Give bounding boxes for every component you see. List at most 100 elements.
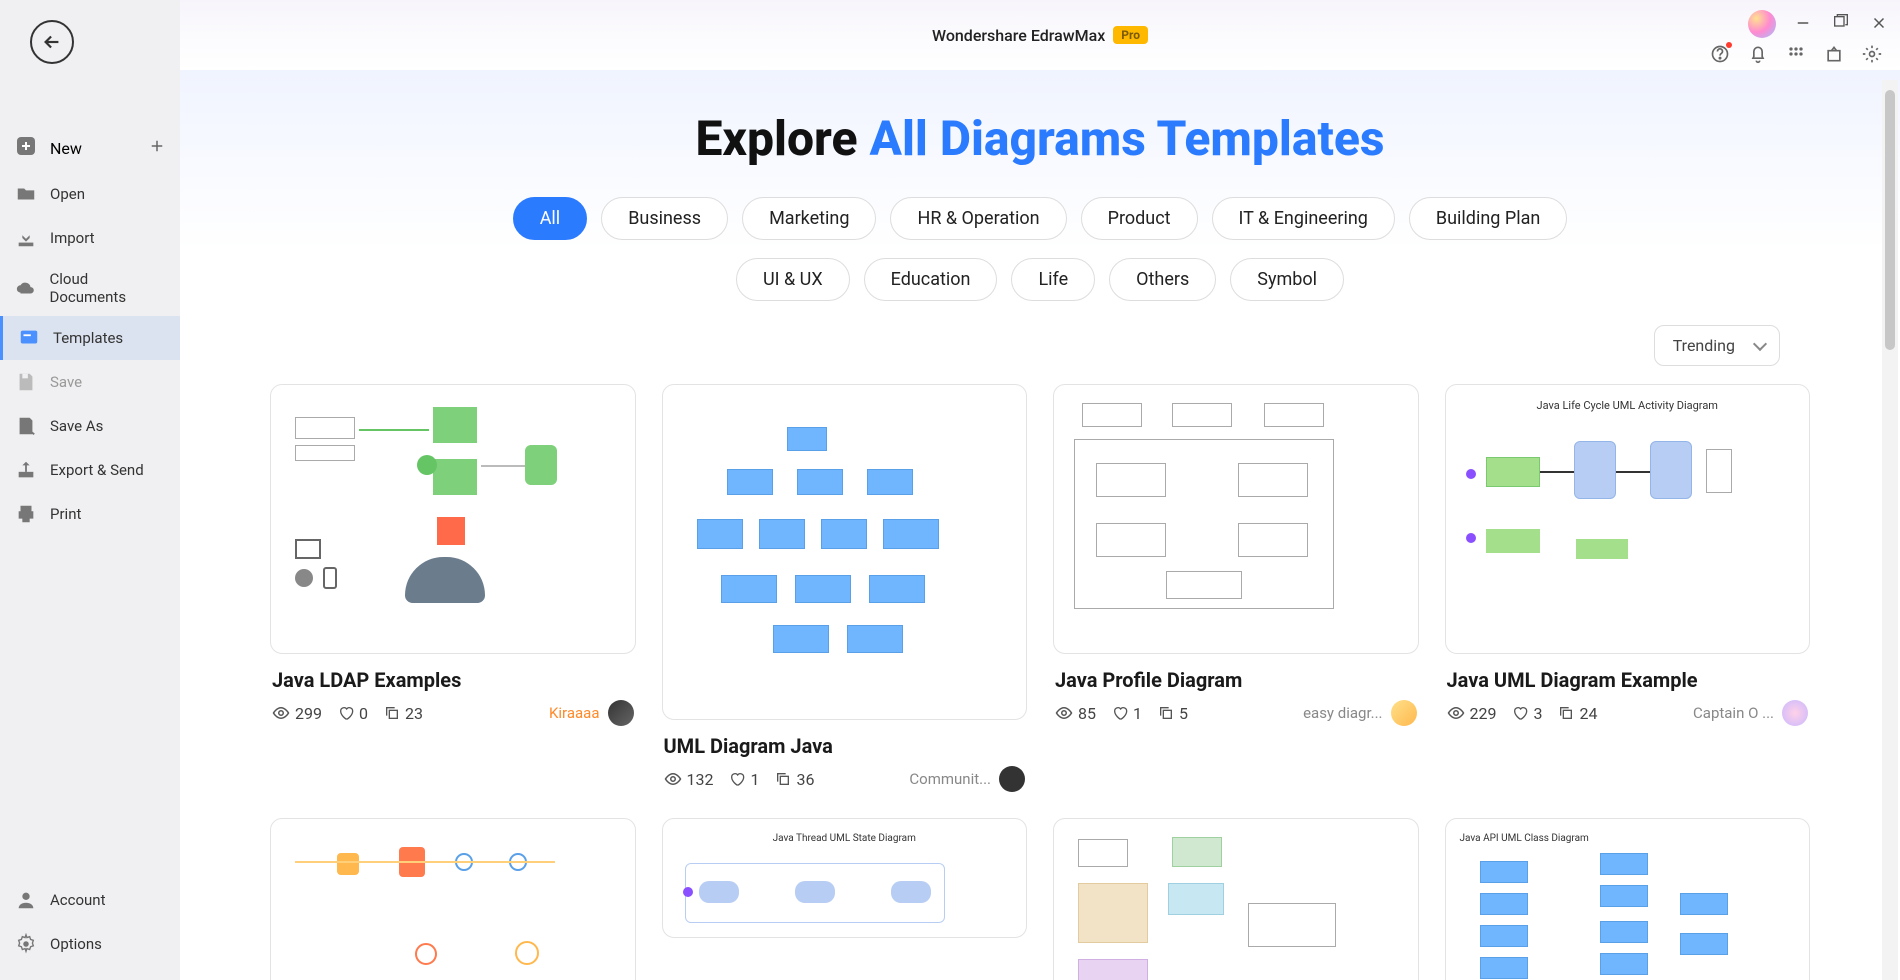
filter-chip-life[interactable]: Life xyxy=(1011,258,1095,301)
views-stat: 85 xyxy=(1055,704,1096,723)
template-thumb[interactable] xyxy=(1053,384,1419,654)
copy-icon xyxy=(384,705,400,721)
save-icon xyxy=(14,370,38,394)
sidebar-item-saveas[interactable]: Save As xyxy=(0,404,180,448)
filter-chip-all[interactable]: All xyxy=(513,197,588,240)
sidebar-item-print[interactable]: Print xyxy=(0,492,180,536)
filter-chip-hr[interactable]: HR & Operation xyxy=(890,197,1066,240)
sidebar-item-import[interactable]: Import xyxy=(0,216,180,260)
filter-chip-marketing[interactable]: Marketing xyxy=(742,197,876,240)
template-author[interactable]: easy diagr... xyxy=(1303,700,1416,726)
likes-stat: 1 xyxy=(729,770,759,789)
print-icon xyxy=(14,502,38,526)
template-thumb[interactable]: Java Life Cycle UML Activity Diagram xyxy=(1445,384,1811,654)
eye-icon xyxy=(664,770,682,788)
template-thumb[interactable] xyxy=(270,384,636,654)
gift-icon[interactable] xyxy=(1824,44,1844,64)
scrollbar[interactable] xyxy=(1882,80,1898,980)
sidebar-item-templates[interactable]: Templates xyxy=(0,316,180,360)
scroll-thumb[interactable] xyxy=(1885,90,1895,350)
pro-badge: Pro xyxy=(1113,26,1148,44)
sidebar-label: Save As xyxy=(50,417,103,435)
copies-stat: 23 xyxy=(384,704,423,723)
avatar-icon xyxy=(1391,700,1417,726)
heart-icon xyxy=(1112,705,1128,721)
sidebar-label: Print xyxy=(50,505,81,523)
user-avatar[interactable] xyxy=(1748,10,1776,38)
views-stat: 229 xyxy=(1447,704,1497,723)
template-thumb[interactable]: Java API UML Class Diagram xyxy=(1445,818,1811,980)
eye-icon xyxy=(1447,704,1465,722)
sidebar-label: Open xyxy=(50,185,85,203)
filter-chip-product[interactable]: Product xyxy=(1081,197,1198,240)
sidebar-item-save: Save xyxy=(0,360,180,404)
likes-stat: 3 xyxy=(1512,704,1542,723)
template-title: Java Profile Diagram xyxy=(1055,668,1417,692)
template-card: Java Profile Diagram 85 1 5 easy diagr..… xyxy=(1053,384,1419,792)
sidebar-label: Account xyxy=(50,891,106,909)
back-button[interactable] xyxy=(30,20,74,64)
add-icon[interactable] xyxy=(148,137,166,159)
filter-chip-uiux[interactable]: UI & UX xyxy=(736,258,850,301)
template-title: Java UML Diagram Example xyxy=(1447,668,1809,692)
notification-dot xyxy=(1726,42,1732,48)
sidebar-item-options[interactable]: Options xyxy=(0,922,180,966)
sidebar-item-export[interactable]: Export & Send xyxy=(0,448,180,492)
heart-icon xyxy=(338,705,354,721)
template-card: Java Thread UML State Diagram xyxy=(662,818,1028,980)
filter-chip-education[interactable]: Education xyxy=(864,258,998,301)
filter-chip-it[interactable]: IT & Engineering xyxy=(1212,197,1395,240)
arrow-left-icon xyxy=(41,31,63,53)
templates-icon xyxy=(17,326,41,350)
page-headline: Explore All Diagrams Templates xyxy=(210,70,1870,197)
close-icon[interactable] xyxy=(1870,14,1890,34)
help-icon[interactable] xyxy=(1710,44,1730,64)
titlebar: Wondershare EdrawMax Pro xyxy=(180,0,1900,70)
app-title: Wondershare EdrawMax xyxy=(932,26,1105,45)
sidebar-item-open[interactable]: Open xyxy=(0,172,180,216)
filter-row: All Business Marketing HR & Operation Pr… xyxy=(210,197,1870,240)
template-author[interactable]: Communit... xyxy=(909,766,1025,792)
filter-chip-building[interactable]: Building Plan xyxy=(1409,197,1567,240)
filter-chip-others[interactable]: Others xyxy=(1109,258,1216,301)
maximize-icon[interactable] xyxy=(1832,14,1852,34)
template-card: UML Diagram Java 132 1 36 Communit... xyxy=(662,384,1028,792)
filter-chip-symbol[interactable]: Symbol xyxy=(1230,258,1344,301)
folder-icon xyxy=(14,182,38,206)
sidebar-item-account[interactable]: Account xyxy=(0,878,180,922)
template-thumb[interactable]: Java Thread UML State Diagram xyxy=(662,818,1028,938)
template-title: Java LDAP Examples xyxy=(272,668,634,692)
sidebar-label-new: New xyxy=(50,139,82,158)
heart-icon xyxy=(1512,705,1528,721)
copies-stat: 24 xyxy=(1558,704,1597,723)
template-thumb[interactable] xyxy=(270,818,636,980)
template-card: Java Life Cycle UML Activity Diagram xyxy=(1445,384,1811,792)
apps-icon[interactable] xyxy=(1786,44,1806,64)
sidebar-item-cloud[interactable]: Cloud Documents xyxy=(0,260,180,316)
sidebar-item-new[interactable]: New xyxy=(0,124,180,172)
user-icon xyxy=(14,888,38,912)
sidebar: New Open Import Cloud Documents Template… xyxy=(0,0,180,980)
main-area: Wondershare EdrawMax Pro Explore All Dia… xyxy=(180,0,1900,980)
content-scroll[interactable]: Explore All Diagrams Templates All Busin… xyxy=(180,70,1900,980)
bell-icon[interactable] xyxy=(1748,44,1768,64)
settings-icon[interactable] xyxy=(1862,44,1882,64)
saveas-icon xyxy=(14,414,38,438)
eye-icon xyxy=(272,704,290,722)
template-author[interactable]: Captain O ... xyxy=(1693,700,1808,726)
template-title: UML Diagram Java xyxy=(664,734,1026,758)
template-thumb[interactable] xyxy=(662,384,1028,720)
template-thumb[interactable] xyxy=(1053,818,1419,980)
export-icon xyxy=(14,458,38,482)
copies-stat: 36 xyxy=(775,770,814,789)
sidebar-label: Options xyxy=(50,935,102,953)
template-author[interactable]: Kiraaaa xyxy=(549,700,634,726)
filter-chip-business[interactable]: Business xyxy=(601,197,728,240)
likes-stat: 0 xyxy=(338,704,368,723)
sort-select[interactable]: Trending xyxy=(1654,325,1780,366)
minimize-icon[interactable] xyxy=(1794,14,1814,34)
copy-icon xyxy=(775,771,791,787)
headline-highlight: All Diagrams Templates xyxy=(869,110,1384,167)
sidebar-label: Save xyxy=(50,373,82,391)
views-stat: 299 xyxy=(272,704,322,723)
